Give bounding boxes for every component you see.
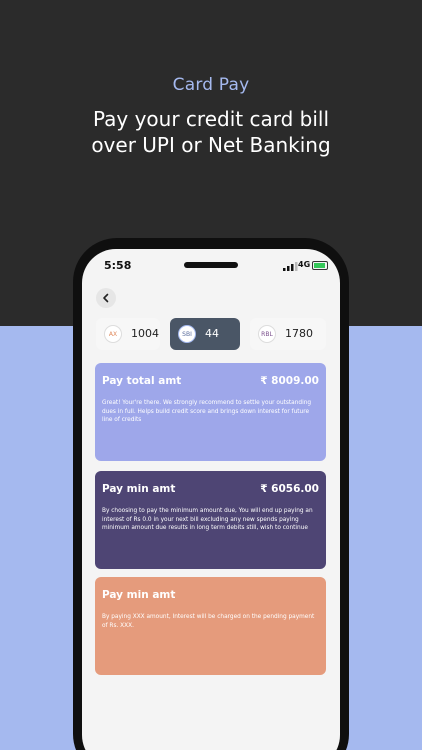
promo-headline-line2: over UPI or Net Banking (91, 133, 331, 157)
option-pay-min[interactable]: Pay min amt ₹ 6056.00 By choosing to pay… (95, 471, 326, 569)
network-label: 4G (298, 260, 311, 269)
card-tab-sbi[interactable]: SBI 44 (170, 318, 240, 350)
card-selector: AX 1004 SBI 44 RBL 1780 (96, 318, 326, 350)
notch (184, 262, 238, 268)
option-amount: ₹ 8009.00 (260, 375, 319, 387)
option-title: Pay min amt (102, 483, 176, 495)
option-description: By choosing to pay the minimum amount du… (102, 508, 313, 531)
option-pay-custom[interactable]: Pay min amt By paying XXX amount, Intere… (95, 577, 326, 675)
back-button[interactable] (96, 288, 116, 308)
phone-screen: 5:58 4G AX 1004 SBI 44 RBL 1780 Pay tota… (82, 249, 340, 750)
bank-logo-icon: AX (104, 325, 122, 343)
bank-logo-icon: RBL (258, 325, 276, 343)
status-bar: 5:58 4G (82, 249, 340, 283)
option-description: Great! Your're there. We strongly recomm… (102, 400, 312, 423)
card-amount: 1004 (131, 327, 159, 340)
option-description: By paying XXX amount, Interest will be c… (102, 614, 315, 629)
card-tab-rbl[interactable]: RBL 1780 (250, 318, 326, 350)
option-title: Pay total amt (102, 375, 182, 387)
signal-icon (283, 262, 298, 271)
option-pay-total[interactable]: Pay total amt ₹ 8009.00 Great! Your're t… (95, 363, 326, 461)
promo-kicker: Card Pay (172, 75, 250, 95)
option-title: Pay min amt (102, 589, 176, 601)
chevron-left-icon (103, 293, 109, 303)
bank-logo-icon: SBI (178, 325, 196, 343)
promo-headline-line1: Pay your credit card bill (92, 107, 329, 131)
status-time: 5:58 (104, 259, 132, 272)
card-tab-ax[interactable]: AX 1004 (96, 318, 160, 350)
promo-headline: Pay your credit card bill over UPI or Ne… (0, 106, 422, 158)
battery-icon (312, 261, 328, 270)
option-amount: ₹ 6056.00 (260, 483, 319, 495)
card-amount: 44 (205, 327, 219, 340)
card-amount: 1780 (285, 327, 313, 340)
